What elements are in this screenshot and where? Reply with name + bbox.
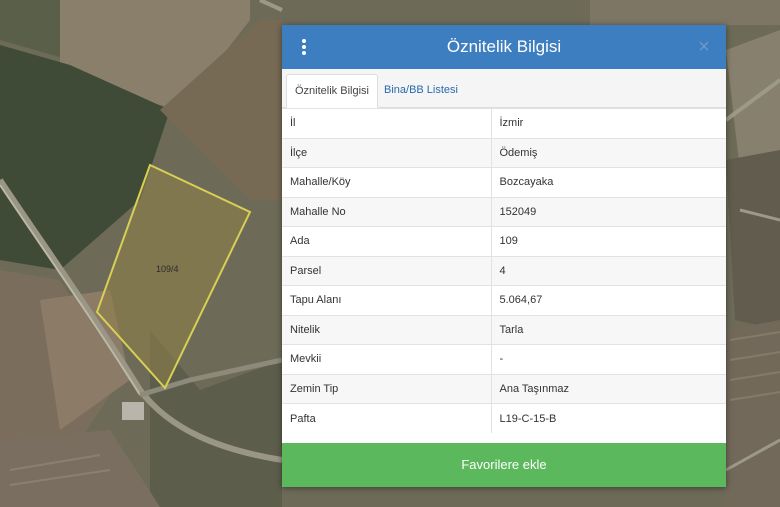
row-key: Tapu Alanı (282, 285, 492, 315)
row-key: Mahalle No (282, 196, 492, 227)
table-row: Mahalle No 152049 (282, 196, 726, 227)
panel-title: Öznitelik Bilgisi (446, 37, 562, 56)
tab-attribute-info[interactable]: Öznitelik Bilgisi (286, 74, 378, 108)
table-row: Zemin Tip Ana Taşınmaz (282, 373, 726, 404)
row-key: Zemin Tip (282, 373, 492, 404)
table-row: İlçe Ödemiş (282, 137, 726, 168)
attribute-table: İl İzmir İlçe Ödemiş Mahalle/Köy Bozcaya… (282, 108, 726, 433)
table-row: Pafta L19-C-15-B (282, 403, 726, 433)
row-key: Nitelik (282, 314, 492, 345)
row-key: Pafta (282, 403, 492, 433)
table-row: İl İzmir (282, 108, 726, 138)
row-key: Mevkii (282, 344, 492, 374)
row-key: Mahalle/Köy (282, 167, 492, 197)
row-key: İl (282, 108, 492, 138)
table-row: Mahalle/Köy Bozcayaka (282, 167, 726, 197)
row-value: 109 (491, 226, 726, 256)
add-favorite-button[interactable]: Favorilere ekle (282, 443, 726, 487)
row-key: Parsel (282, 255, 492, 286)
row-value: Ödemiş (491, 137, 726, 168)
attribute-panel: Öznitelik Bilgisi × Öznitelik Bilgisi Bi… (282, 25, 726, 487)
row-value: - (491, 344, 726, 374)
table-row: Mevkii - (282, 344, 726, 374)
table-row: Nitelik Tarla (282, 314, 726, 345)
row-key: Ada (282, 226, 492, 256)
row-value: 152049 (491, 196, 726, 227)
row-value: Tarla (491, 314, 726, 345)
parcel-label: 109/4 (156, 264, 179, 274)
row-value: Ana Taşınmaz (491, 373, 726, 404)
table-row: Tapu Alanı 5.064,67 (282, 285, 726, 315)
table-row: Ada 109 (282, 226, 726, 256)
tab-bar: Öznitelik Bilgisi Bina/BB Listesi (282, 69, 726, 108)
row-key: İlçe (282, 137, 492, 168)
tab-building-list[interactable]: Bina/BB Listesi (376, 74, 466, 107)
panel-header: Öznitelik Bilgisi × (282, 25, 726, 69)
row-value: 5.064,67 (491, 285, 726, 315)
table-row: Parsel 4 (282, 255, 726, 286)
close-icon[interactable]: × (694, 37, 714, 57)
row-value: İzmir (491, 108, 726, 138)
row-value: Bozcayaka (491, 167, 726, 197)
row-value: L19-C-15-B (491, 403, 726, 433)
row-value: 4 (491, 255, 726, 286)
